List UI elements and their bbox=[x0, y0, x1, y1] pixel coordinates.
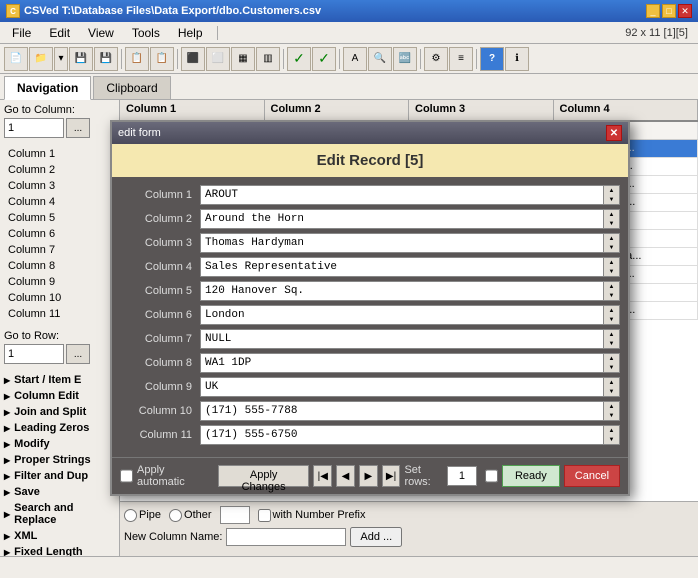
field-row-3: Column 3 ▲ ▼ bbox=[120, 233, 620, 253]
cancel-btn[interactable]: Cancel bbox=[564, 465, 620, 487]
apply-changes-btn[interactable]: Apply Changes bbox=[218, 465, 309, 487]
spinner-up-8[interactable]: ▲ bbox=[604, 354, 619, 363]
field-label-7: Column 7 bbox=[120, 333, 200, 345]
field-input-3[interactable] bbox=[200, 233, 604, 253]
field-spinner-10[interactable]: ▲ ▼ bbox=[604, 401, 620, 421]
field-row-1: Column 1 ▲ ▼ bbox=[120, 185, 620, 205]
apply-auto-label: Apply automatic bbox=[137, 464, 210, 488]
field-spinner-5[interactable]: ▲ ▼ bbox=[604, 281, 620, 301]
field-spinner-3[interactable]: ▲ ▼ bbox=[604, 233, 620, 253]
dialog-body: Column 1 ▲ ▼ Column 2 ▲ bbox=[112, 177, 628, 457]
field-label-6: Column 6 bbox=[120, 309, 200, 321]
spinner-up-5[interactable]: ▲ bbox=[604, 282, 619, 291]
field-input-6[interactable] bbox=[200, 305, 604, 325]
field-wrap-1: ▲ ▼ bbox=[200, 185, 620, 205]
field-spinner-2[interactable]: ▲ ▼ bbox=[604, 209, 620, 229]
ready-checkbox[interactable] bbox=[485, 469, 498, 483]
field-row-11: Column 11 ▲ ▼ bbox=[120, 425, 620, 445]
edit-dialog: edit form ✕ Edit Record [5] Column 1 ▲ bbox=[110, 120, 630, 496]
field-label-10: Column 10 bbox=[120, 405, 200, 417]
spinner-down-6[interactable]: ▼ bbox=[604, 315, 619, 324]
field-row-10: Column 10 ▲ ▼ bbox=[120, 401, 620, 421]
field-label-3: Column 3 bbox=[120, 237, 200, 249]
dialog-title: edit form bbox=[118, 127, 161, 139]
field-row-2: Column 2 ▲ ▼ bbox=[120, 209, 620, 229]
ready-btn[interactable]: Ready bbox=[502, 465, 560, 487]
set-rows-wrap: Set rows: bbox=[404, 464, 477, 488]
dialog-overlay: edit form ✕ Edit Record [5] Column 1 ▲ bbox=[0, 0, 698, 578]
nav-next-btn[interactable]: ▶ bbox=[359, 465, 378, 487]
dialog-header-text: Edit Record [5] bbox=[317, 152, 424, 169]
field-label-11: Column 11 bbox=[120, 429, 200, 441]
dialog-header: Edit Record [5] bbox=[112, 144, 628, 177]
spinner-up-9[interactable]: ▲ bbox=[604, 378, 619, 387]
spinner-up-11[interactable]: ▲ bbox=[604, 426, 619, 435]
field-label-4: Column 4 bbox=[120, 261, 200, 273]
field-wrap-6: ▲ ▼ bbox=[200, 305, 620, 325]
field-label-2: Column 2 bbox=[120, 213, 200, 225]
field-wrap-9: ▲ ▼ bbox=[200, 377, 620, 397]
spinner-up-3[interactable]: ▲ bbox=[604, 234, 619, 243]
nav-prev-btn[interactable]: ◀ bbox=[336, 465, 355, 487]
field-input-9[interactable] bbox=[200, 377, 604, 397]
dialog-footer: Apply automatic Apply Changes |◀ ◀ ▶ ▶| … bbox=[112, 457, 628, 494]
apply-auto-checkbox[interactable] bbox=[120, 469, 133, 483]
field-label-1: Column 1 bbox=[120, 189, 200, 201]
spinner-down-2[interactable]: ▼ bbox=[604, 219, 619, 228]
field-input-5[interactable] bbox=[200, 281, 604, 301]
field-wrap-2: ▲ ▼ bbox=[200, 209, 620, 229]
field-label-8: Column 8 bbox=[120, 357, 200, 369]
field-spinner-8[interactable]: ▲ ▼ bbox=[604, 353, 620, 373]
dialog-title-bar: edit form ✕ bbox=[112, 122, 628, 144]
field-input-2[interactable] bbox=[200, 209, 604, 229]
spinner-up-10[interactable]: ▲ bbox=[604, 402, 619, 411]
field-spinner-9[interactable]: ▲ ▼ bbox=[604, 377, 620, 397]
field-input-4[interactable] bbox=[200, 257, 604, 277]
field-input-7[interactable] bbox=[200, 329, 604, 349]
spinner-down-8[interactable]: ▼ bbox=[604, 363, 619, 372]
spinner-up-6[interactable]: ▲ bbox=[604, 306, 619, 315]
field-spinner-7[interactable]: ▲ ▼ bbox=[604, 329, 620, 349]
field-input-8[interactable] bbox=[200, 353, 604, 373]
field-spinner-11[interactable]: ▲ ▼ bbox=[604, 425, 620, 445]
spinner-down-3[interactable]: ▼ bbox=[604, 243, 619, 252]
field-input-10[interactable] bbox=[200, 401, 604, 421]
field-spinner-4[interactable]: ▲ ▼ bbox=[604, 257, 620, 277]
field-spinner-6[interactable]: ▲ ▼ bbox=[604, 305, 620, 325]
nav-first-btn[interactable]: |◀ bbox=[313, 465, 332, 487]
field-row-4: Column 4 ▲ ▼ bbox=[120, 257, 620, 277]
field-row-8: Column 8 ▲ ▼ bbox=[120, 353, 620, 373]
field-label-9: Column 9 bbox=[120, 381, 200, 393]
field-spinner-1[interactable]: ▲ ▼ bbox=[604, 185, 620, 205]
spinner-down-10[interactable]: ▼ bbox=[604, 411, 619, 420]
spinner-down-9[interactable]: ▼ bbox=[604, 387, 619, 396]
field-row-6: Column 6 ▲ ▼ bbox=[120, 305, 620, 325]
spinner-down-1[interactable]: ▼ bbox=[604, 195, 619, 204]
spinner-up-4[interactable]: ▲ bbox=[604, 258, 619, 267]
set-rows-label: Set rows: bbox=[404, 464, 445, 488]
field-row-9: Column 9 ▲ ▼ bbox=[120, 377, 620, 397]
spinner-down-4[interactable]: ▼ bbox=[604, 267, 619, 276]
spinner-up-2[interactable]: ▲ bbox=[604, 210, 619, 219]
spinner-down-5[interactable]: ▼ bbox=[604, 291, 619, 300]
field-wrap-10: ▲ ▼ bbox=[200, 401, 620, 421]
spinner-down-7[interactable]: ▼ bbox=[604, 339, 619, 348]
field-wrap-7: ▲ ▼ bbox=[200, 329, 620, 349]
field-input-1[interactable] bbox=[200, 185, 604, 205]
dialog-close-btn[interactable]: ✕ bbox=[606, 125, 622, 141]
field-wrap-11: ▲ ▼ bbox=[200, 425, 620, 445]
spinner-up-7[interactable]: ▲ bbox=[604, 330, 619, 339]
spinner-up-1[interactable]: ▲ bbox=[604, 186, 619, 195]
field-wrap-3: ▲ ▼ bbox=[200, 233, 620, 253]
set-rows-input[interactable] bbox=[447, 466, 477, 486]
field-label-5: Column 5 bbox=[120, 285, 200, 297]
field-wrap-4: ▲ ▼ bbox=[200, 257, 620, 277]
field-wrap-5: ▲ ▼ bbox=[200, 281, 620, 301]
nav-last-btn[interactable]: ▶| bbox=[382, 465, 401, 487]
field-row-5: Column 5 ▲ ▼ bbox=[120, 281, 620, 301]
spinner-down-11[interactable]: ▼ bbox=[604, 435, 619, 444]
field-wrap-8: ▲ ▼ bbox=[200, 353, 620, 373]
field-input-11[interactable] bbox=[200, 425, 604, 445]
field-row-7: Column 7 ▲ ▼ bbox=[120, 329, 620, 349]
